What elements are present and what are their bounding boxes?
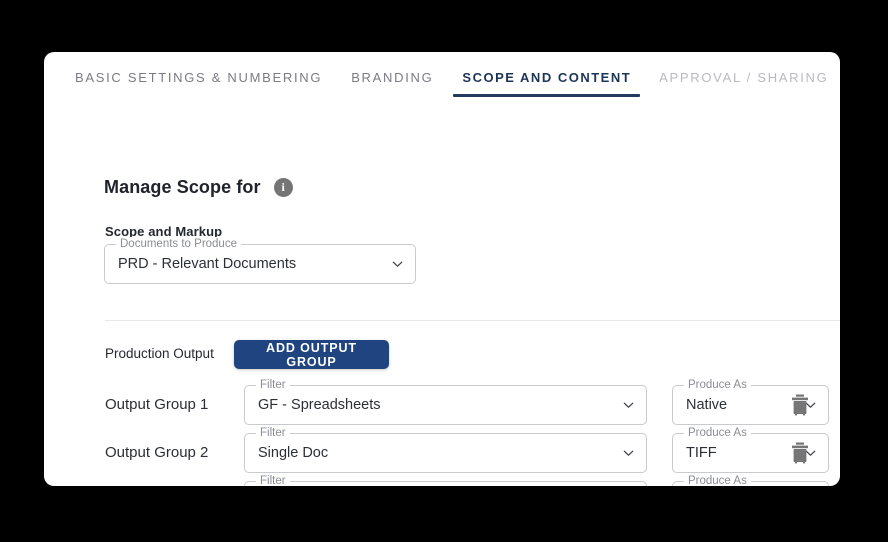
documents-to-produce-select[interactable]: Documents to Produce PRD - Relevant Docu…: [104, 237, 416, 284]
output-group-name: Output Group 2: [105, 444, 209, 461]
add-output-group-button[interactable]: ADD OUTPUT GROUP: [234, 340, 389, 369]
tab-approval-sharing[interactable]: APPROVAL / SHARING: [659, 70, 828, 97]
field-legend: Produce As: [684, 378, 751, 392]
field-value: GF - Spreadsheets: [258, 397, 381, 413]
field-legend: Documents to Produce: [116, 237, 241, 251]
field-legend: Filter: [256, 426, 290, 440]
delete-output-group-2-button[interactable]: [789, 441, 811, 465]
tab-label: BASIC SETTINGS & NUMBERING: [75, 70, 323, 85]
tab-label: BRANDING: [351, 70, 434, 85]
chevron-down-icon: [392, 259, 403, 270]
tab-label: APPROVAL / SHARING: [659, 70, 829, 85]
field-legend: Filter: [256, 378, 290, 392]
field-value: PRD - Relevant Documents: [118, 256, 297, 272]
chevron-down-icon: [623, 448, 634, 459]
produce-as-select-group-3[interactable]: Produce As PDF: [672, 474, 829, 486]
field-value: Single Doc: [258, 445, 329, 461]
filter-select-group-3[interactable]: Filter PRD - Relevant Documents: [244, 474, 647, 486]
filter-select-group-1[interactable]: Filter GF - Spreadsheets: [244, 378, 647, 425]
tab-label: SCOPE AND CONTENT: [462, 70, 632, 85]
tab-branding[interactable]: BRANDING: [351, 70, 433, 97]
page-title: Manage Scope for: [104, 177, 261, 197]
info-icon[interactable]: i: [273, 178, 293, 197]
page-title-row: Manage Scope for i: [104, 177, 293, 198]
filter-select-group-2[interactable]: Filter Single Doc: [244, 426, 647, 473]
field-legend: Produce As: [684, 474, 751, 486]
field-value: TIFF: [686, 445, 717, 461]
field-value: Native: [686, 397, 728, 413]
active-tab-indicator: [453, 94, 641, 97]
chevron-down-icon: [623, 400, 634, 411]
section-divider: [105, 320, 840, 321]
delete-output-group-1-button[interactable]: [789, 393, 811, 417]
field-legend: Filter: [256, 474, 290, 486]
tab-basic-settings-numbering[interactable]: BASIC SETTINGS & NUMBERING: [75, 70, 322, 97]
tab-bar: BASIC SETTINGS & NUMBERING BRANDING SCOP…: [44, 52, 840, 98]
tab-scope-and-content[interactable]: SCOPE AND CONTENT: [453, 70, 641, 97]
output-group-name: Output Group 1: [105, 396, 209, 413]
settings-card: BASIC SETTINGS & NUMBERING BRANDING SCOP…: [44, 52, 840, 486]
field-legend: Produce As: [684, 426, 751, 440]
production-output-label: Production Output: [105, 346, 214, 361]
